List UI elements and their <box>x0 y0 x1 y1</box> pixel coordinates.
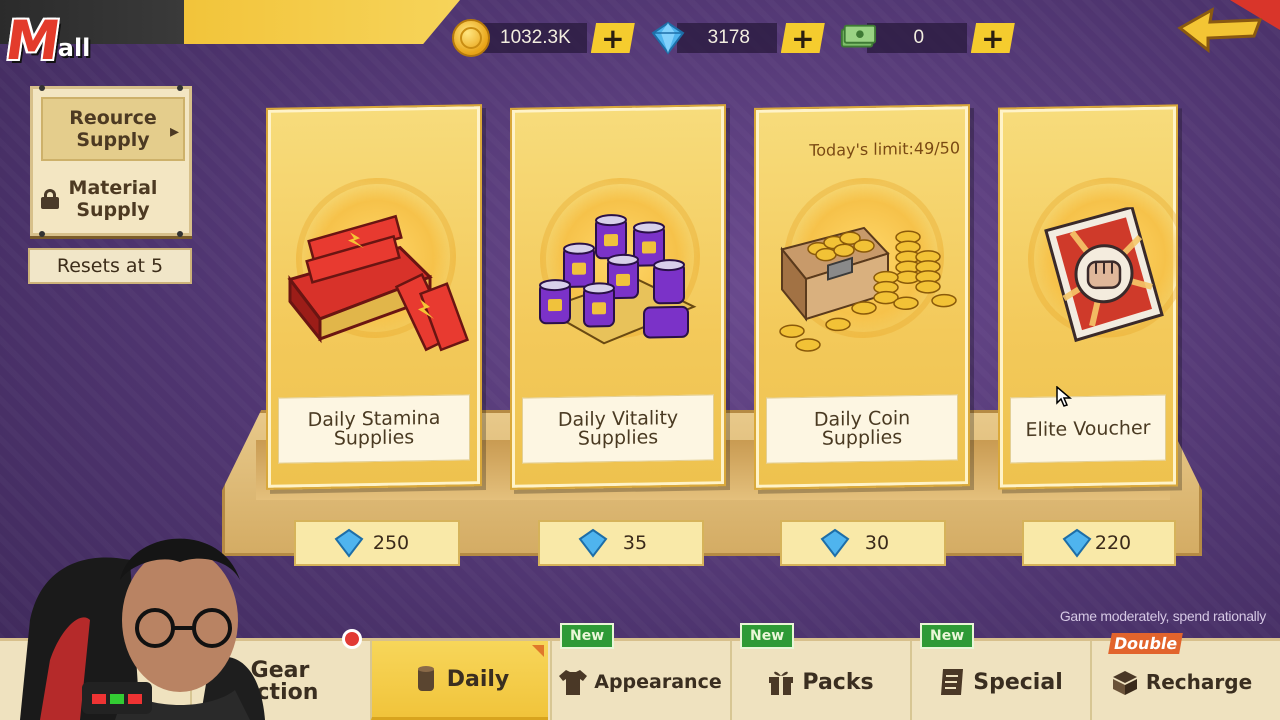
gift-icon <box>766 667 796 697</box>
card-elite-voucher[interactable]: Elite Voucher <box>998 104 1178 490</box>
logo-letter-m: M <box>1 9 65 72</box>
pin-icon <box>177 231 183 237</box>
tab-packs[interactable]: New Packs <box>730 623 908 720</box>
shirt-icon <box>558 667 588 697</box>
mall-logo: M all <box>2 4 116 72</box>
cash-value: 0 <box>866 23 967 53</box>
new-badge: New <box>740 623 795 649</box>
tab-appearance-label: Appearance <box>594 671 722 693</box>
price-button-voucher[interactable]: 220 <box>1022 520 1176 566</box>
card-name: Daily Stamina Supplies <box>278 394 470 464</box>
streamer-webcam-overlay <box>20 510 270 720</box>
currency-bar: 1032.3K + 3178 + 0 + <box>452 18 1015 58</box>
diamond-icon <box>1062 528 1092 563</box>
card-name: Elite Voucher <box>1010 394 1166 464</box>
card-daily-stamina[interactable]: Daily Stamina Supplies <box>266 104 482 490</box>
add-cash-button[interactable]: + <box>970 23 1015 53</box>
new-badge: New <box>560 623 615 649</box>
price-value: 220 <box>1094 532 1132 554</box>
supply-category-panel: Reource Supply ▸ Material Supply <box>30 85 192 237</box>
pin-icon <box>39 231 45 237</box>
fist-voucher-icon <box>1012 205 1178 359</box>
double-badge: Double <box>1108 633 1184 654</box>
diamond-currency: 3178 + <box>649 21 825 55</box>
gold-coin-icon <box>452 19 490 57</box>
notification-dot <box>342 629 362 649</box>
diamond-icon <box>820 528 850 563</box>
logo-text-all: all <box>57 34 91 62</box>
back-arrow-button[interactable] <box>1150 0 1280 60</box>
price-value: 35 <box>622 532 648 554</box>
resets-label: Resets at 5 <box>28 248 192 284</box>
price-value: 250 <box>372 532 410 554</box>
tab-resource-supply[interactable]: Reource Supply ▸ <box>41 97 185 161</box>
tab-material-supply[interactable]: Material Supply <box>41 167 185 231</box>
new-badge: New <box>920 623 975 649</box>
corner-marker <box>532 645 544 657</box>
tab-appearance[interactable]: New Appearance <box>550 623 728 720</box>
can-icon <box>411 664 441 694</box>
tab-special[interactable]: New Special <box>910 623 1088 720</box>
card-daily-vitality[interactable]: Daily Vitality Supplies <box>510 104 726 490</box>
diamond-icon <box>649 19 687 57</box>
card-name: Daily Coin Supplies <box>766 394 958 464</box>
tab-daily-label: Daily <box>446 666 510 692</box>
card-daily-coin[interactable]: Today's limit:49/50 Daily Coin Supplies <box>754 104 970 490</box>
cash-stack-icon <box>839 19 877 57</box>
gold-coin-currency: 1032.3K + <box>452 19 635 57</box>
chevron-right-icon: ▸ <box>169 121 179 142</box>
price-button-vitality[interactable]: 35 <box>538 520 704 566</box>
lock-icon <box>41 189 59 209</box>
price-button-stamina[interactable]: 250 <box>294 520 460 566</box>
tab-daily[interactable]: Daily <box>370 641 548 720</box>
tab-resource-supply-label: Reource Supply <box>69 107 157 151</box>
add-diamond-button[interactable]: + <box>780 23 825 53</box>
vitality-cans-icon <box>524 206 716 359</box>
price-value: 30 <box>864 532 890 554</box>
tab-material-supply-label: Material Supply <box>68 177 158 221</box>
spend-hint: Game moderately, spend rationally <box>1059 608 1266 624</box>
stamina-bars-icon <box>280 206 472 359</box>
card-name: Daily Vitality Supplies <box>522 394 714 464</box>
price-button-coin[interactable]: 30 <box>780 520 946 566</box>
tab-special-label: Special <box>973 669 1063 695</box>
mouse-cursor-icon <box>1056 385 1073 413</box>
supply-cards: Daily Stamina Supplies Daily Vitality Su… <box>266 100 1178 490</box>
tab-recharge[interactable]: Double Recharge <box>1090 633 1270 720</box>
pin-icon <box>177 85 183 91</box>
pin-icon <box>39 85 45 91</box>
scroll-icon <box>937 667 967 697</box>
tab-recharge-label: Recharge <box>1145 670 1253 694</box>
cash-currency: 0 + <box>839 21 1015 55</box>
diamond-icon <box>578 528 608 563</box>
add-gold-button[interactable]: + <box>590 23 635 53</box>
gold-coin-value: 1032.3K <box>480 23 587 53</box>
diamond-value: 3178 <box>676 23 777 53</box>
coin-chest-icon <box>768 206 960 359</box>
diamond-icon <box>334 528 364 563</box>
daily-limit-text: Today's limit:49/50 <box>809 138 960 160</box>
cube-stack-icon <box>1110 667 1140 697</box>
tab-packs-label: Packs <box>802 669 874 695</box>
